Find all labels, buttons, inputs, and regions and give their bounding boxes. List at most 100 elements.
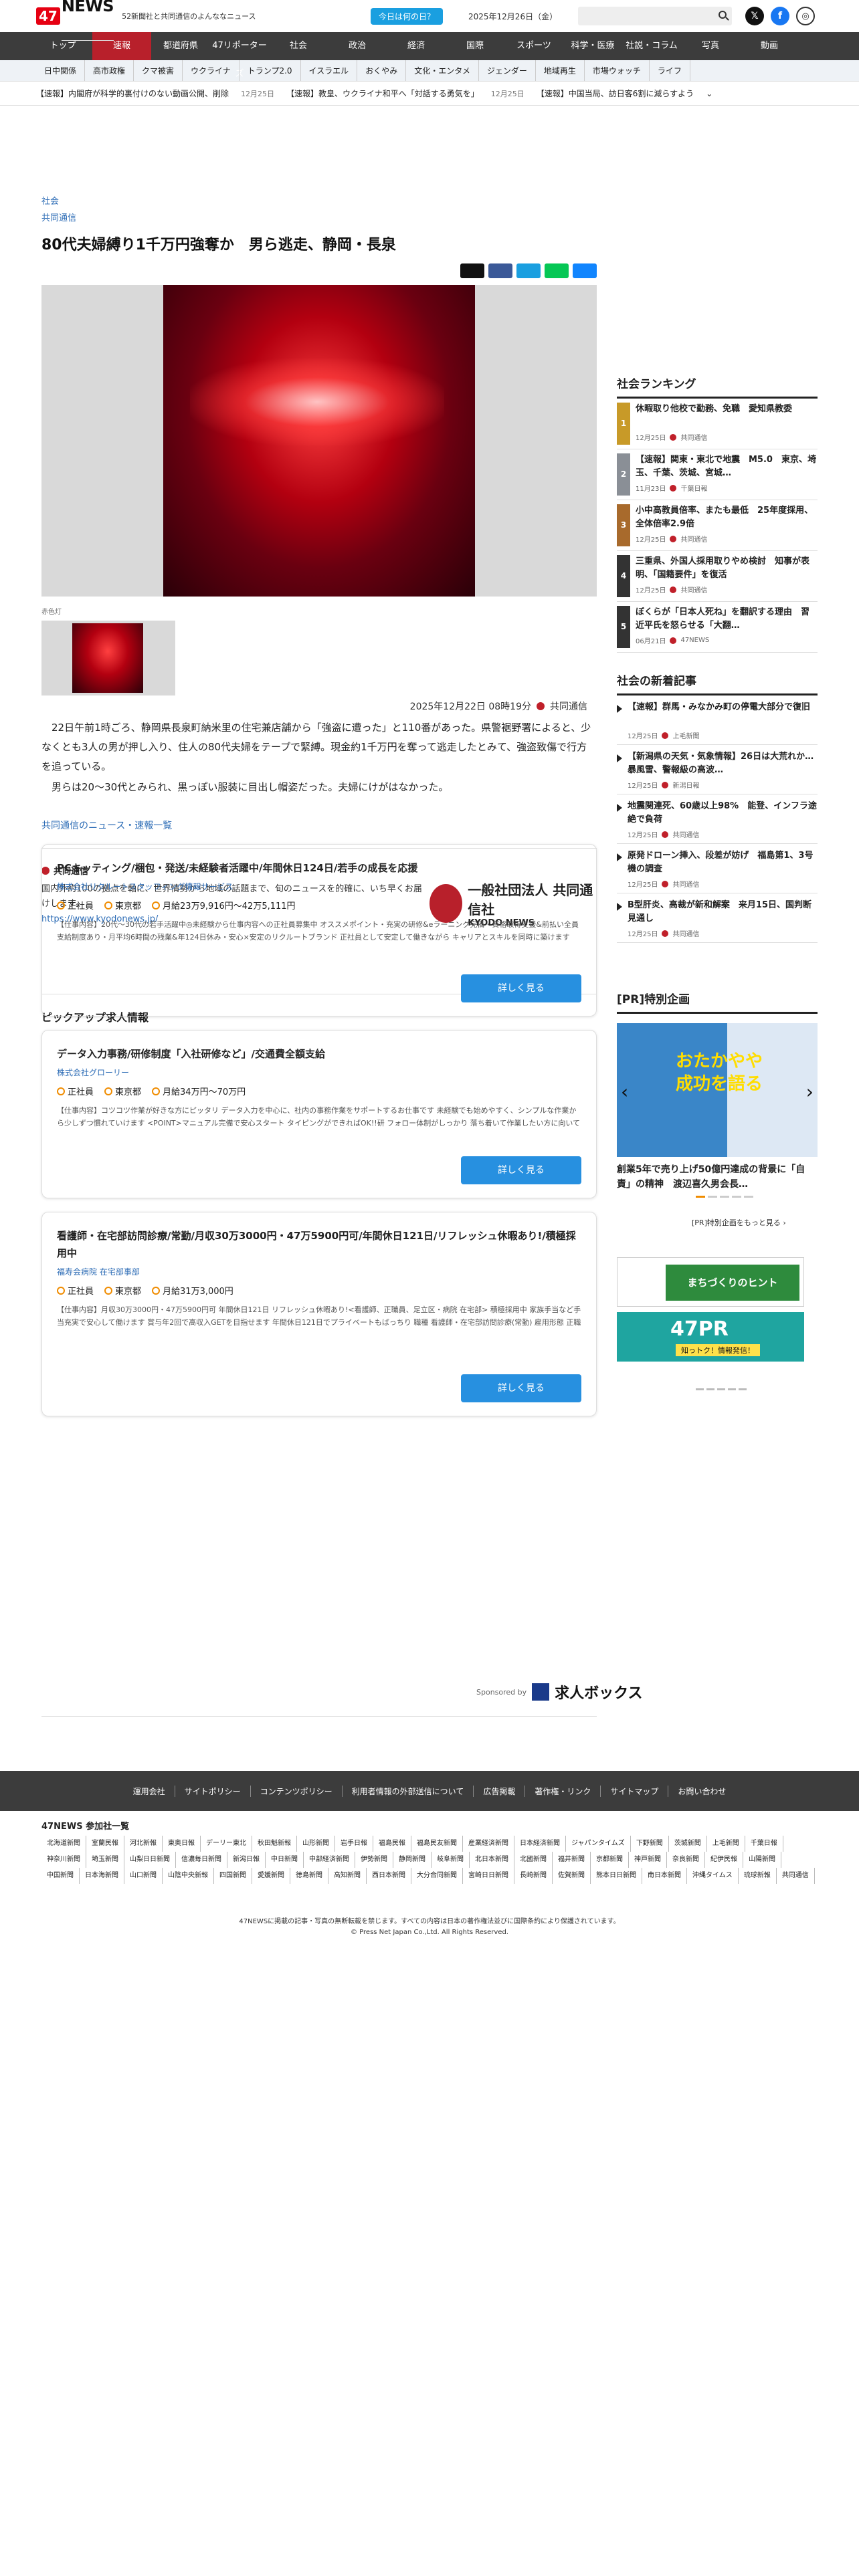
partner-link[interactable]: 西日本新聞: [367, 1868, 411, 1884]
chevron-left-icon[interactable]: ‹: [621, 1081, 628, 1103]
pr-carousel[interactable]: おたかやや 成功を語る ‹ ›: [617, 1023, 818, 1157]
footer-link[interactable]: コンテンツポリシー: [251, 1785, 343, 1797]
subnav-item[interactable]: 日中関係: [36, 60, 86, 81]
partner-link[interactable]: 熊本日日新聞: [591, 1868, 642, 1884]
partner-link[interactable]: 北國新聞: [514, 1852, 553, 1868]
partner-link[interactable]: 紀伊民報: [705, 1852, 743, 1868]
ranking-item[interactable]: 2 【速報】関東・東北で地震 M5.0 東京、埼玉、千葉、茨城、宮城… 11月23日…: [617, 449, 818, 500]
footer-link[interactable]: サイトマップ: [601, 1785, 669, 1797]
ranking-item[interactable]: 5 ぼくらが「日本人死ね」を翻訳する理由 習近平氏を怒らせる「大翻… 06月21日 4…: [617, 602, 818, 653]
footer-link[interactable]: 広告掲載: [474, 1785, 526, 1797]
footer-link[interactable]: サイトポリシー: [175, 1785, 251, 1797]
job-card[interactable]: PCキッティング/梱包・発送/未経験者活躍中/年間休日124日/若手の成長を応援…: [41, 844, 597, 1016]
article-photo[interactable]: [41, 285, 597, 597]
partner-link[interactable]: 信濃毎日新聞: [176, 1852, 227, 1868]
latest-item[interactable]: 【速報】群馬・みなかみ町の停電大部分で復旧 12月25日 上毛新聞: [617, 695, 818, 745]
partner-link[interactable]: 日本経済新聞: [514, 1836, 566, 1852]
partner-link[interactable]: 山陰中央新報: [163, 1868, 214, 1884]
chevron-down-icon[interactable]: ⌄: [706, 89, 712, 98]
partner-link[interactable]: 河北新報: [124, 1836, 163, 1852]
ad-banner-machizukuri[interactable]: まちづくりのヒント: [617, 1257, 804, 1307]
subnav-item[interactable]: トランプ2.0: [240, 60, 301, 81]
partner-link[interactable]: 高知新聞: [328, 1868, 367, 1884]
partner-link[interactable]: 北海道新聞: [41, 1836, 86, 1852]
partner-link[interactable]: 日本海新聞: [80, 1868, 124, 1884]
partner-link[interactable]: 大分合同新聞: [411, 1868, 463, 1884]
partner-link[interactable]: 福島民友新聞: [411, 1836, 463, 1852]
subnav-item[interactable]: 市場ウォッチ: [585, 60, 650, 81]
partner-link[interactable]: 産業経済新聞: [463, 1836, 514, 1852]
x-icon[interactable]: 𝕏: [745, 7, 764, 25]
ranking-title[interactable]: 【速報】関東・東北で地震 M5.0 東京、埼玉、千葉、茨城、宮城…: [636, 453, 818, 480]
partner-link[interactable]: 山形新聞: [297, 1836, 335, 1852]
carousel-dot[interactable]: [696, 1196, 705, 1198]
partner-link[interactable]: 神奈川新聞: [41, 1852, 86, 1868]
partner-link[interactable]: 千葉日報: [745, 1836, 783, 1852]
partner-link[interactable]: 中日新聞: [266, 1852, 304, 1868]
today-button[interactable]: 今日は何の日？: [371, 8, 444, 25]
job-detail-button[interactable]: 詳しく見る: [461, 974, 581, 1002]
partner-link[interactable]: 神戸新聞: [629, 1852, 667, 1868]
latest-title[interactable]: 原発ドローン挿入、段差が妨げ 福島第1、3号機の調査: [628, 849, 818, 876]
more-news-link[interactable]: 共同通信のニュース・速報一覧: [41, 819, 172, 832]
partner-link[interactable]: 岐阜新聞: [432, 1852, 470, 1868]
subnav-item[interactable]: ウクライナ: [183, 60, 240, 81]
partner-link[interactable]: 奈良新聞: [667, 1852, 705, 1868]
subnav-item[interactable]: クマ被害: [134, 60, 183, 81]
partner-link[interactable]: ジャパンタイムズ: [566, 1836, 631, 1852]
search-icon[interactable]: [719, 11, 727, 19]
subnav-item[interactable]: ジェンダー: [479, 60, 536, 81]
partner-link[interactable]: 中国新聞: [41, 1868, 80, 1884]
partner-link[interactable]: 中部経済新聞: [304, 1852, 355, 1868]
pr-caption[interactable]: 創業5年で売り上げ50億円達成の背景に「自責」の精神 渡辺喜久男会長…: [617, 1162, 818, 1192]
footer-link[interactable]: 著作権・リンク: [525, 1785, 601, 1797]
ranking-title[interactable]: 休暇取り他校で勤務、免職 愛知県教委: [636, 403, 792, 429]
nav-tab[interactable]: 都道府県: [151, 32, 210, 60]
job-card[interactable]: データ入力事務/研修制度「入社研修など」/交通費全額支給 株式会社グローリー 正社員…: [41, 1030, 597, 1198]
nav-tab[interactable]: 社説・コラム: [622, 32, 681, 60]
ranking-title[interactable]: 三重県、外国人採用取りやめ検討 知事が表明、「国籍要件」を復活: [636, 555, 818, 582]
share-line-icon[interactable]: [545, 263, 569, 278]
nav-tab[interactable]: 政治: [328, 32, 387, 60]
latest-title[interactable]: B型肝炎、高裁が新和解案 来月15日、国判断見通し: [628, 899, 818, 926]
globe-icon[interactable]: ◎: [796, 7, 815, 25]
partner-link[interactable]: 長崎新聞: [514, 1868, 553, 1884]
nav-tab[interactable]: スポーツ: [504, 32, 563, 60]
nav-tab[interactable]: 動画: [740, 32, 799, 60]
subnav-item[interactable]: 高市政権: [85, 60, 134, 81]
partner-link[interactable]: 東奥日報: [163, 1836, 201, 1852]
partner-link[interactable]: 伊勢新聞: [355, 1852, 393, 1868]
partner-link[interactable]: 茨城新聞: [669, 1836, 707, 1852]
photo-thumbnail[interactable]: [41, 621, 175, 695]
subnav-item[interactable]: イスラエル: [301, 60, 358, 81]
article-category[interactable]: 社会: [41, 194, 597, 207]
ranking-title[interactable]: 小中高教員倍率、またも最低 25年度採用、全体倍率2.9倍: [636, 504, 818, 531]
partner-link[interactable]: 山陽新聞: [743, 1852, 781, 1868]
ranking-title[interactable]: ぼくらが「日本人死ね」を翻訳する理由 習近平氏を怒らせる「大翻…: [636, 606, 818, 633]
partner-link[interactable]: 福島民報: [373, 1836, 411, 1852]
partner-link[interactable]: 琉球新報: [739, 1868, 777, 1884]
job-detail-button[interactable]: 詳しく見る: [461, 1374, 581, 1402]
partner-link[interactable]: 岩手日報: [335, 1836, 373, 1852]
partner-link[interactable]: 山梨日日新聞: [124, 1852, 176, 1868]
search-input[interactable]: [578, 7, 732, 25]
chevron-right-icon[interactable]: ›: [806, 1081, 814, 1103]
partner-link[interactable]: 上毛新聞: [707, 1836, 745, 1852]
ad-banner-47pr[interactable]: 47PR 知っトク！情報発信！: [617, 1312, 804, 1362]
partner-link[interactable]: 福井新聞: [553, 1852, 591, 1868]
footer-link[interactable]: お問い合わせ: [668, 1786, 735, 1797]
nav-tab[interactable]: 社会: [269, 32, 328, 60]
partner-link[interactable]: 秋田魁新報: [252, 1836, 297, 1852]
article-agency[interactable]: 共同通信: [41, 211, 597, 223]
footer-link[interactable]: 運用会社: [124, 1785, 175, 1797]
carousel-dot[interactable]: [744, 1196, 753, 1198]
partner-link[interactable]: 北日本新聞: [470, 1852, 514, 1868]
partner-link[interactable]: 共同通信: [777, 1868, 815, 1884]
job-title[interactable]: PCキッティング/梱包・発送/未経験者活躍中/年間休日124日/若手の成長を応援: [57, 859, 581, 877]
facebook-icon[interactable]: f: [771, 7, 789, 25]
job-card[interactable]: 看護師・在宅部訪問診療/常勤/月収30万3000円・47万5900円可/年間休日…: [41, 1212, 597, 1416]
partner-link[interactable]: 下野新聞: [631, 1836, 669, 1852]
carousel-dot[interactable]: [732, 1196, 741, 1198]
partner-link[interactable]: 山口新聞: [124, 1868, 163, 1884]
nav-tab[interactable]: 国際: [446, 32, 504, 60]
